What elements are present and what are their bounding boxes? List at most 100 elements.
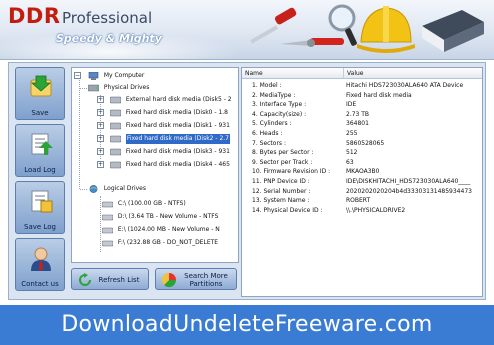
tree-node-drive-f[interactable]: F:\ (232.88 GB - DO_NOT_DELETE [102,238,218,248]
table-row[interactable]: 2. MediaType : Fixed hard disk media [242,91,482,100]
tree-node-disk1[interactable]: + Fixed hard disk media (Disk1 - 931 [97,121,230,131]
drive-icon [102,214,113,221]
tree-node-disk5[interactable]: + External hard disk media (Disk5 - 2 [97,95,232,105]
tree-node-drive-d[interactable]: D:\ (3.64 TB - New Volume - NTFS [102,212,218,222]
table-cell-name: 5. Cylinders : [252,120,292,128]
collapse-toggle[interactable]: − [74,72,81,79]
table-row[interactable]: 13. System Name : ROBERT [242,196,482,205]
table-cell-name: 3. Interface Type : [252,101,307,109]
expand-toggle[interactable]: + [97,96,104,103]
table-row[interactable]: 12. Serial Number : 2020202020204b4d33303… [242,187,482,196]
hard-disk-icon [109,122,121,130]
table-cell-name: 10. Firmware Revision ID : [252,168,331,176]
table-cell-value: ROBERT [346,197,371,205]
save-log-button[interactable]: Save Log [15,181,65,234]
footer-banner: DownloadUndeleteFreeware.com [0,305,494,345]
tree-node-disk3[interactable]: + Fixed hard disk media (Disk3 - 931 [97,147,230,157]
tree-label: External hard disk media (Disk5 - 2 [125,96,232,103]
table-cell-value: 364801 [346,120,369,128]
table-row[interactable]: 1. Model : Hitachi HDS723030ALA640 ATA De… [242,81,482,90]
table-row[interactable]: 11. PNP Device ID : IDE\DISKHITACHI_HDS72… [242,177,482,186]
drive-icon [102,227,113,234]
expand-toggle[interactable]: + [97,148,104,155]
search-more-partitions-button[interactable]: Search More Partitions [155,268,237,290]
table-row[interactable]: 6. Heads : 255 [242,129,482,138]
tree-label: C:\ (100.00 GB - NTFS) [117,200,186,207]
table-row[interactable]: 3. Interface Type : IDE [242,100,482,109]
expand-toggle[interactable]: + [97,122,104,129]
table-cell-name: 13. System Name : [252,197,310,205]
table-cell-value: IDE\DISKHITACHI_HDS723030ALA640____ [346,178,471,185]
table-cell-value: 255 [346,130,358,137]
tree-label: My Computer [103,72,145,79]
column-header-value[interactable]: Value [344,68,482,79]
table-cell-name: 9. Sector per Track : [252,158,313,166]
search-more-label: Search More [184,272,228,280]
disk-info-table: Name Value 1. Model : Hitachi HDS723030AL… [241,67,483,297]
tree-guide-line [79,77,80,189]
tree-node-my-computer[interactable]: − My Computer [74,71,144,81]
partitions-icon [161,272,177,288]
computer-icon [88,72,99,80]
hard-disk-icon [109,161,121,169]
table-row[interactable]: 7. Sectors : 5860528065 [242,139,482,148]
tree-node-drive-c[interactable]: C:\ (100.00 GB - NTFS) [102,199,186,209]
table-cell-value: MKAOA3B0 [346,168,380,176]
table-cell-value: Hitachi HDS723030ALA640 ATA Device [346,82,464,89]
load-log-button[interactable]: Load Log [15,124,65,177]
table-row[interactable]: 8. Bytes per Sector : 512 [242,148,482,157]
expand-toggle[interactable]: + [97,135,104,142]
main-window: Save Load Log Save Log Contact us − My C… [8,62,486,300]
contact-us-button[interactable]: Contact us [15,238,65,291]
column-header-name[interactable]: Name [242,68,344,79]
tree-label: Physical Drives [103,84,150,91]
hard-disk-icon [109,109,121,117]
tree-label: F:\ (232.88 GB - DO_NOT_DELETE [117,239,219,246]
refresh-list-label: Refresh List [98,276,140,284]
table-cell-value: 512 [346,149,358,157]
table-row[interactable]: 9. Sector per Track : 63 [242,158,482,167]
table-row[interactable]: 14. Physical Device ID : \\.\PHYSICALDRIV… [242,206,482,215]
save-button[interactable]: Save [15,67,65,120]
table-row[interactable]: 5. Cylinders : 364801 [242,119,482,128]
save-log-button-label: Save Log [24,223,56,231]
hard-disk-icon [109,148,121,156]
hard-disk-icon [109,96,121,104]
tree-node-disk2-selected[interactable]: + Fixed hard disk media (Disk2 - 2.7 [97,134,231,144]
tree-label: Fixed hard disk media (Disk2 - 2.7 [125,134,231,144]
table-header: Name Value [242,68,482,79]
tree-label: Fixed hard disk media (Disk4 - 465 [125,161,230,168]
table-cell-value: Fixed hard disk media [346,91,412,99]
table-cell-name: 1. Model : [252,82,282,89]
tree-label: Fixed hard disk media (Disk3 - 931 [125,148,230,155]
tree-node-disk0[interactable]: + Fixed hard disk media (Disk0 - 1.8 [97,108,228,118]
tree-node-drive-e[interactable]: E:\ (1024.00 MB - New Volume - N [102,225,220,235]
table-cell-name: 14. Physical Device ID : [252,206,323,214]
contact-us-button-label: Contact us [21,280,59,288]
expand-toggle[interactable]: + [97,109,104,116]
refresh-list-button[interactable]: Refresh List [71,268,149,290]
logical-drives-icon [89,185,98,193]
load-log-icon [31,133,53,155]
drive-icon [102,201,113,208]
tree-node-disk4[interactable]: + Fixed hard disk media (Disk4 - 465 [97,160,230,170]
drive-tree: − My Computer Physical Drives + External… [71,67,239,263]
brand-edition: Professional [62,9,153,27]
expand-toggle[interactable]: + [97,161,104,168]
table-cell-name: 2. MediaType : [252,91,296,99]
drive-icon [102,240,113,247]
tree-node-logical-drives[interactable]: Logical Drives [88,184,146,194]
table-cell-name: 8. Bytes per Sector : [252,149,314,157]
hard-disk-icon [109,135,121,143]
contact-us-icon [31,247,51,271]
hard-hat-icon [357,6,415,53]
tree-node-physical-drives[interactable]: Physical Drives [88,83,149,93]
table-cell-value: \\.\PHYSICALDRIVE2 [346,206,406,214]
table-row[interactable]: 10. Firmware Revision ID : MKAOA3B0 [242,167,482,176]
table-cell-name: 12. Serial Number : [252,187,311,195]
table-row[interactable]: 4. Capacity(size) : 2.73 TB [242,110,482,119]
tree-label: Fixed hard disk media (Disk0 - 1.8 [125,109,229,116]
save-button-label: Save [31,109,49,117]
table-cell-value: IDE [346,101,357,109]
table-cell-value: 5860528065 [346,139,385,147]
